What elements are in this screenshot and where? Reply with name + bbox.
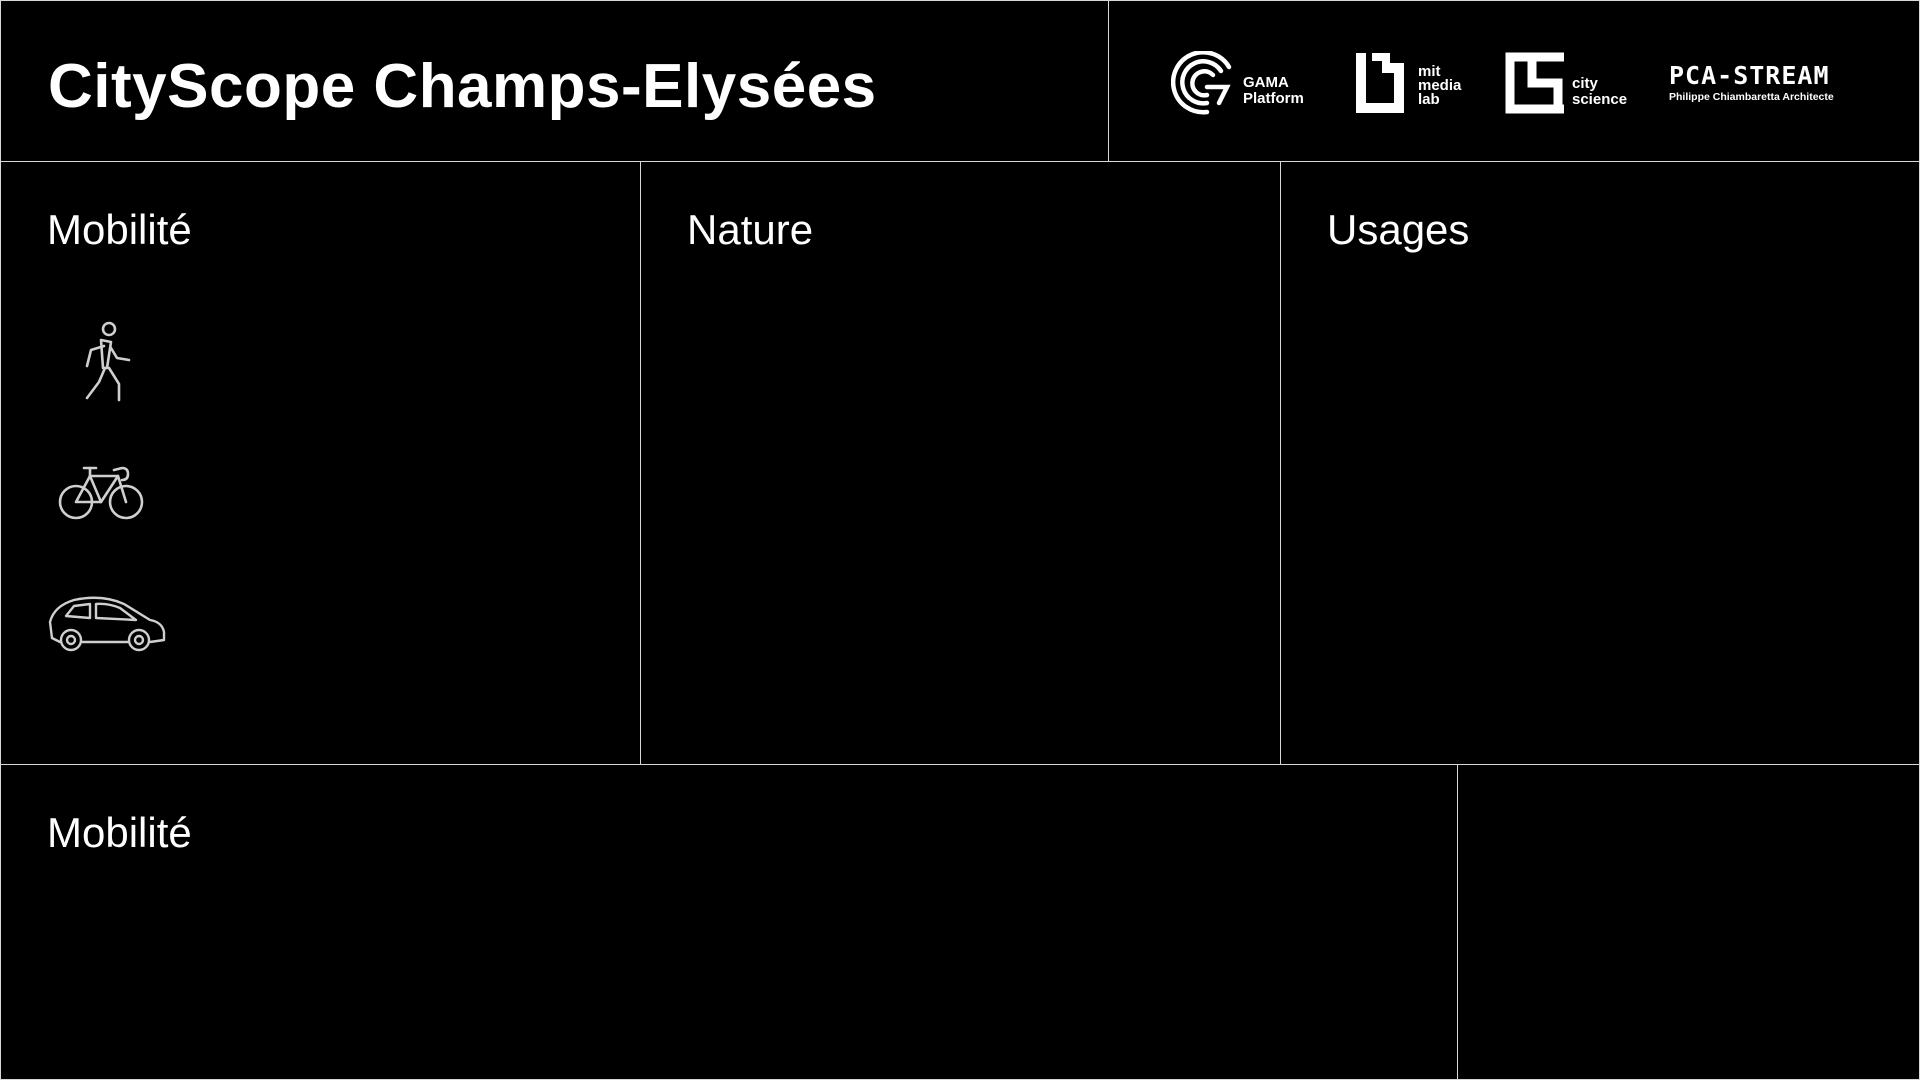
city-science-logo-line: city — [1572, 75, 1598, 92]
partner-logos-panel: GAMA Platform mit media lab city science… — [1108, 0, 1920, 163]
bottom-right-panel — [1457, 764, 1920, 1080]
pca-logo-subtitle: Philippe Chiambaretta Architecte — [1669, 91, 1834, 103]
city-science-logo-line: science — [1572, 91, 1628, 108]
city-science-logo: city science — [1504, 51, 1627, 115]
gama-logo-line: GAMA — [1243, 74, 1289, 91]
media-lab-logo-icon — [1356, 53, 1404, 113]
mit-media-lab-logo: mit media lab — [1352, 51, 1461, 115]
gama-logo-line: Platform — [1243, 90, 1304, 107]
usages-panel: Usages — [1280, 161, 1920, 766]
pedestrian-icon[interactable] — [71, 320, 141, 406]
nature-panel: Nature — [640, 161, 1282, 766]
usages-panel-title: Usages — [1327, 206, 1470, 253]
city-science-logo-icon — [1505, 52, 1564, 114]
mit-logo-line: lab — [1418, 91, 1440, 108]
pca-logo-name: PCA-STREAM — [1669, 61, 1830, 90]
bicycle-icon[interactable] — [56, 462, 146, 522]
car-icon[interactable] — [46, 592, 168, 654]
bottom-mobility-panel: Mobilité — [0, 764, 1459, 1080]
mobility-panel: Mobilité — [0, 161, 642, 766]
mobility-panel-title: Mobilité — [47, 206, 192, 253]
gama-platform-logo: GAMA Platform — [1171, 51, 1304, 115]
app-title: CityScope Champs-Elysées — [48, 52, 877, 121]
nature-panel-title: Nature — [687, 206, 814, 253]
gama-logo-icon — [1171, 51, 1232, 115]
bottom-mobility-panel-title: Mobilité — [47, 809, 192, 856]
header-title-panel: CityScope Champs-Elysées — [0, 0, 1110, 163]
pca-stream-logo: PCA-STREAM Philippe Chiambaretta Archite… — [1669, 51, 1834, 115]
